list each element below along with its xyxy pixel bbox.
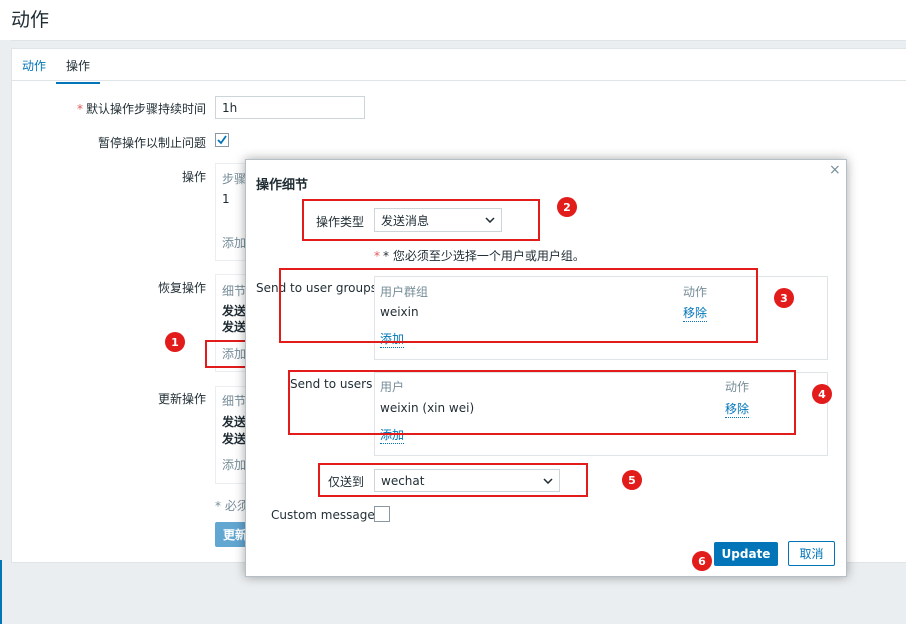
marker-4: 4	[812, 384, 832, 404]
recovery-row: 发送	[222, 304, 247, 318]
dialog-update-button[interactable]: Update	[714, 542, 778, 566]
marker-6: 6	[692, 551, 712, 571]
operations-add-link[interactable]: 添加	[222, 234, 246, 251]
pause-label: 暂停操作以制止问题	[97, 136, 206, 150]
update-add-link[interactable]: 添加	[222, 456, 246, 473]
required-note: * 必须	[215, 499, 249, 513]
marker-2: 2	[557, 197, 577, 217]
operations-col-step: 步骤	[222, 172, 247, 186]
marker-1: 1	[165, 332, 185, 352]
checkmark-icon	[217, 135, 227, 145]
operations-label: 操作	[181, 170, 206, 184]
custom-message-checkbox[interactable]	[374, 506, 390, 522]
update-col-details: 细节	[222, 394, 247, 408]
operations-step-value: 1	[222, 192, 230, 206]
marker-3: 3	[774, 288, 794, 308]
update-ops-label: 更新操作	[157, 392, 206, 406]
highlight-groups	[279, 268, 758, 343]
marker-5: 5	[622, 470, 642, 490]
recovery-row: 发送	[222, 320, 247, 334]
dialog-cancel-button[interactable]: 取消	[788, 541, 835, 566]
highlight-send-only	[318, 463, 588, 497]
close-icon[interactable]: ×	[829, 162, 841, 178]
pause-checkbox[interactable]	[215, 133, 229, 147]
left-gutter	[0, 40, 11, 624]
recovery-col-details: 细节	[222, 284, 247, 298]
highlight-users	[288, 370, 796, 435]
recovery-label: 恢复操作	[157, 281, 206, 295]
header-bar: 动作	[0, 0, 906, 41]
update-row: 发送	[222, 415, 247, 429]
duration-label: * 默认操作步骤持续时间	[76, 102, 206, 116]
sidebar-edge	[0, 560, 2, 624]
update-row: 发送	[222, 432, 247, 446]
user-requirement-warning: * * 您必须至少选择一个用户或用户组。	[374, 249, 585, 263]
highlight-op-type	[302, 199, 540, 241]
duration-input[interactable]: 1h	[215, 96, 365, 119]
tab-divider	[12, 80, 906, 81]
custom-message-label: Custom message	[271, 508, 375, 522]
tab-action[interactable]: 动作	[22, 57, 46, 74]
page-title: 动作	[11, 9, 50, 31]
dialog-title: 操作细节	[256, 178, 309, 193]
